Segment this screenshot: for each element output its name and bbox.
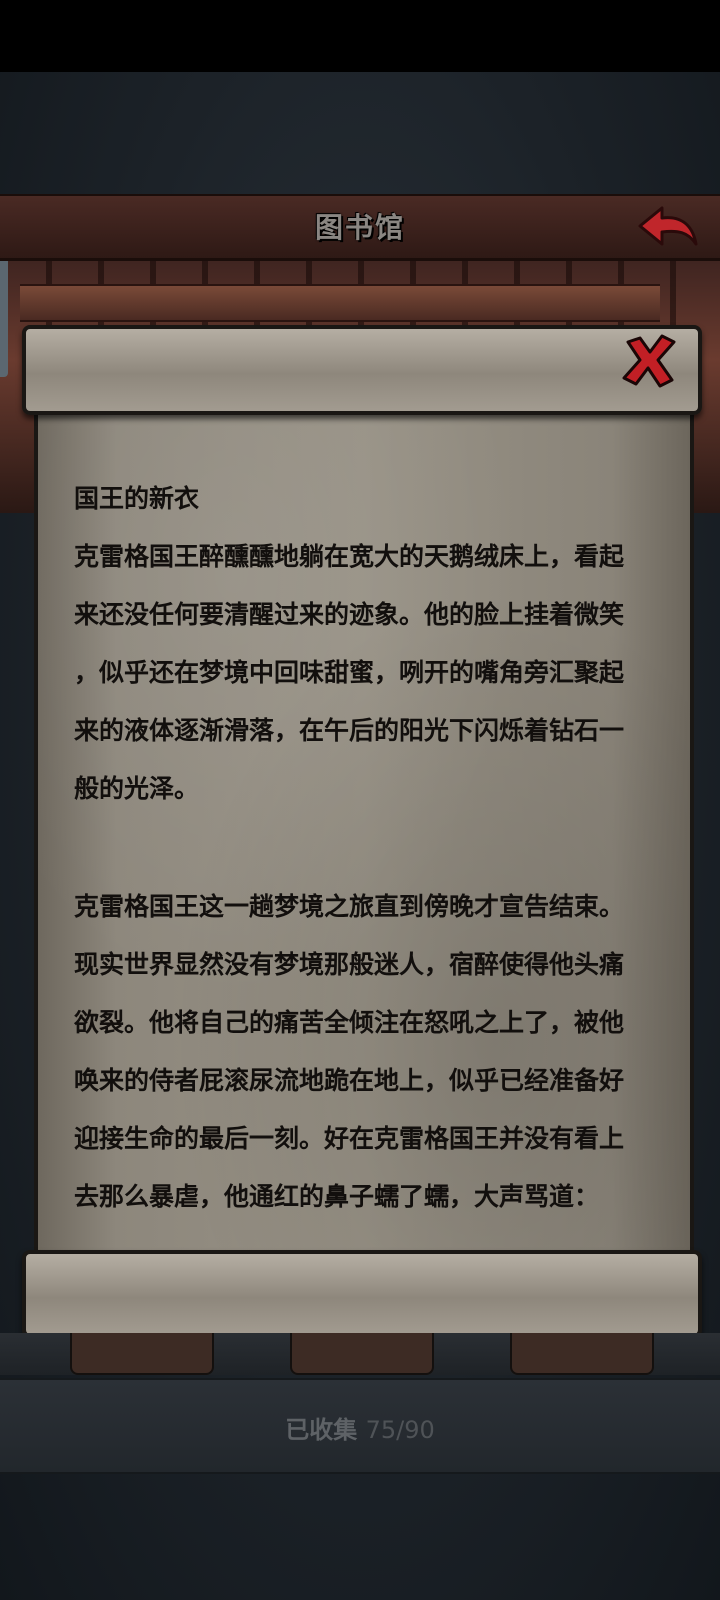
close-x-icon[interactable] [620,332,678,390]
status-bar [0,0,720,72]
story-heading: 国王的新衣 [74,484,200,513]
side-tab[interactable] [0,252,8,377]
back-arrow-icon[interactable] [636,204,700,250]
book-slot[interactable] [70,1333,214,1375]
collected-count: 75/90 [365,1416,435,1444]
book-slots-strip [0,1333,720,1375]
collected-label: 已收集 [285,1416,358,1444]
story-text: 国王的新衣 克雷格国王醉醺醺地躺在宽大的天鹅绒床上，看起 来还没任何要清醒过来的… [74,470,674,1226]
title-bar: 图书馆 [0,194,720,261]
shelf-beam [20,284,660,322]
page-title: 图书馆 [314,211,405,244]
collected-counter: 已收集 75/90 [0,1410,720,1445]
scroll-bottom-roll [22,1250,702,1338]
story-paragraph: 克雷格国王醉醺醺地躺在宽大的天鹅绒床上，看起 来还没任何要清醒过来的迹象。他的脸… [74,542,625,803]
book-slot[interactable] [290,1333,434,1375]
scroll-top-roll [22,325,702,415]
book-slot[interactable] [510,1333,654,1375]
story-paragraph: 克雷格国王这一趟梦境之旅直到傍晚才宣告结束。 现实世界显然没有梦境那般迷人，宿醉… [74,892,625,1211]
